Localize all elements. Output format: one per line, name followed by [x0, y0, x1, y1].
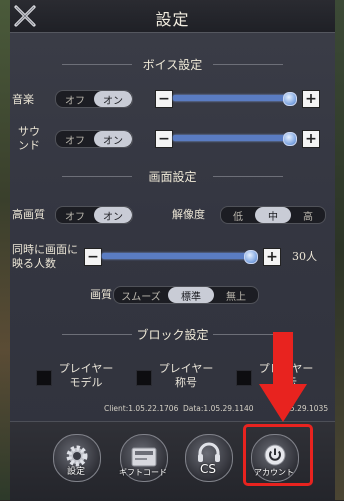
music-off-option[interactable]: オフ	[56, 91, 94, 107]
settings-button-label: 設定	[66, 467, 85, 477]
sound-on-option[interactable]: オン	[94, 131, 132, 147]
music-label: 音楽	[12, 93, 34, 106]
divider	[62, 64, 132, 65]
sound-label: サウンド	[18, 125, 40, 152]
page-title: 設定	[155, 10, 190, 29]
quality-label: 画質	[90, 288, 112, 301]
people-minus-button[interactable]: −	[84, 248, 102, 266]
music-on-option[interactable]: オン	[94, 91, 132, 107]
account-highlight-box	[243, 424, 313, 486]
quality-selector[interactable]: スムーズ 標準 無上	[113, 286, 259, 304]
resolution-label: 解像度	[172, 208, 205, 221]
settings-panel: 設定 ボイス設定 音楽 オフ オン − + サウンド オフ オン − + 画面設…	[10, 0, 335, 501]
quality-standard-option[interactable]: 標準	[168, 287, 214, 303]
block-player-title-label: プレイヤー称号	[158, 362, 214, 389]
voice-section-heading: ボイス設定	[10, 56, 335, 73]
title-bar: 設定	[10, 0, 335, 33]
down-arrow-icon	[259, 332, 307, 422]
sound-off-option[interactable]: オフ	[56, 131, 94, 147]
quality-smooth-option[interactable]: スムーズ	[114, 287, 168, 303]
voice-heading-text: ボイス設定	[142, 58, 203, 72]
data-version: Data:1.05.29.1140	[183, 404, 254, 413]
divider	[62, 334, 132, 335]
quality-max-option[interactable]: 無上	[214, 287, 258, 303]
resolution-selector[interactable]: 低 中 高	[220, 206, 326, 224]
people-plus-button[interactable]: +	[263, 248, 281, 266]
ticket-icon	[131, 447, 157, 467]
resolution-low-option[interactable]: 低	[221, 207, 255, 223]
sound-plus-button[interactable]: +	[302, 130, 320, 148]
music-plus-button[interactable]: +	[302, 90, 320, 108]
headset-icon	[198, 442, 220, 462]
divider	[62, 176, 132, 177]
high-quality-label: 高画質	[12, 208, 45, 221]
client-version: Client:1.05.22.1706	[104, 404, 179, 413]
music-minus-button[interactable]: −	[155, 90, 173, 108]
sound-slider-handle[interactable]	[283, 132, 297, 146]
resolution-mid-option[interactable]: 中	[255, 207, 291, 223]
display-heading-text: 画面設定	[148, 170, 197, 184]
block-player-display-checkbox[interactable]	[236, 370, 252, 386]
hq-on-option[interactable]: オン	[94, 207, 132, 223]
high-quality-toggle[interactable]: オフ オン	[55, 206, 133, 224]
people-slider-handle[interactable]	[244, 250, 258, 264]
people-count-label: 同時に画面に映る人数	[12, 243, 78, 270]
music-toggle[interactable]: オフ オン	[55, 90, 133, 108]
sound-toggle[interactable]: オフ オン	[55, 130, 133, 148]
block-player-title-checkbox[interactable]	[136, 370, 152, 386]
gift-code-button-label: ギフトコード	[119, 468, 167, 477]
display-section-heading: 画面設定	[10, 168, 335, 185]
people-slider-track[interactable]	[102, 253, 252, 259]
hq-off-option[interactable]: オフ	[56, 207, 94, 223]
music-slider-handle[interactable]	[283, 92, 297, 106]
sound-minus-button[interactable]: −	[155, 130, 173, 148]
resolution-high-option[interactable]: 高	[291, 207, 325, 223]
people-count-value: 30人	[292, 250, 317, 263]
sound-slider-track[interactable]	[173, 135, 291, 141]
block-player-model-checkbox[interactable]	[36, 370, 52, 386]
block-heading-text: ブロック設定	[136, 328, 209, 342]
block-player-model-label: プレイヤーモデル	[58, 362, 114, 389]
music-slider-track[interactable]	[173, 95, 291, 101]
divider	[213, 64, 283, 65]
divider	[213, 176, 283, 177]
cs-button-label: CS	[200, 462, 216, 476]
